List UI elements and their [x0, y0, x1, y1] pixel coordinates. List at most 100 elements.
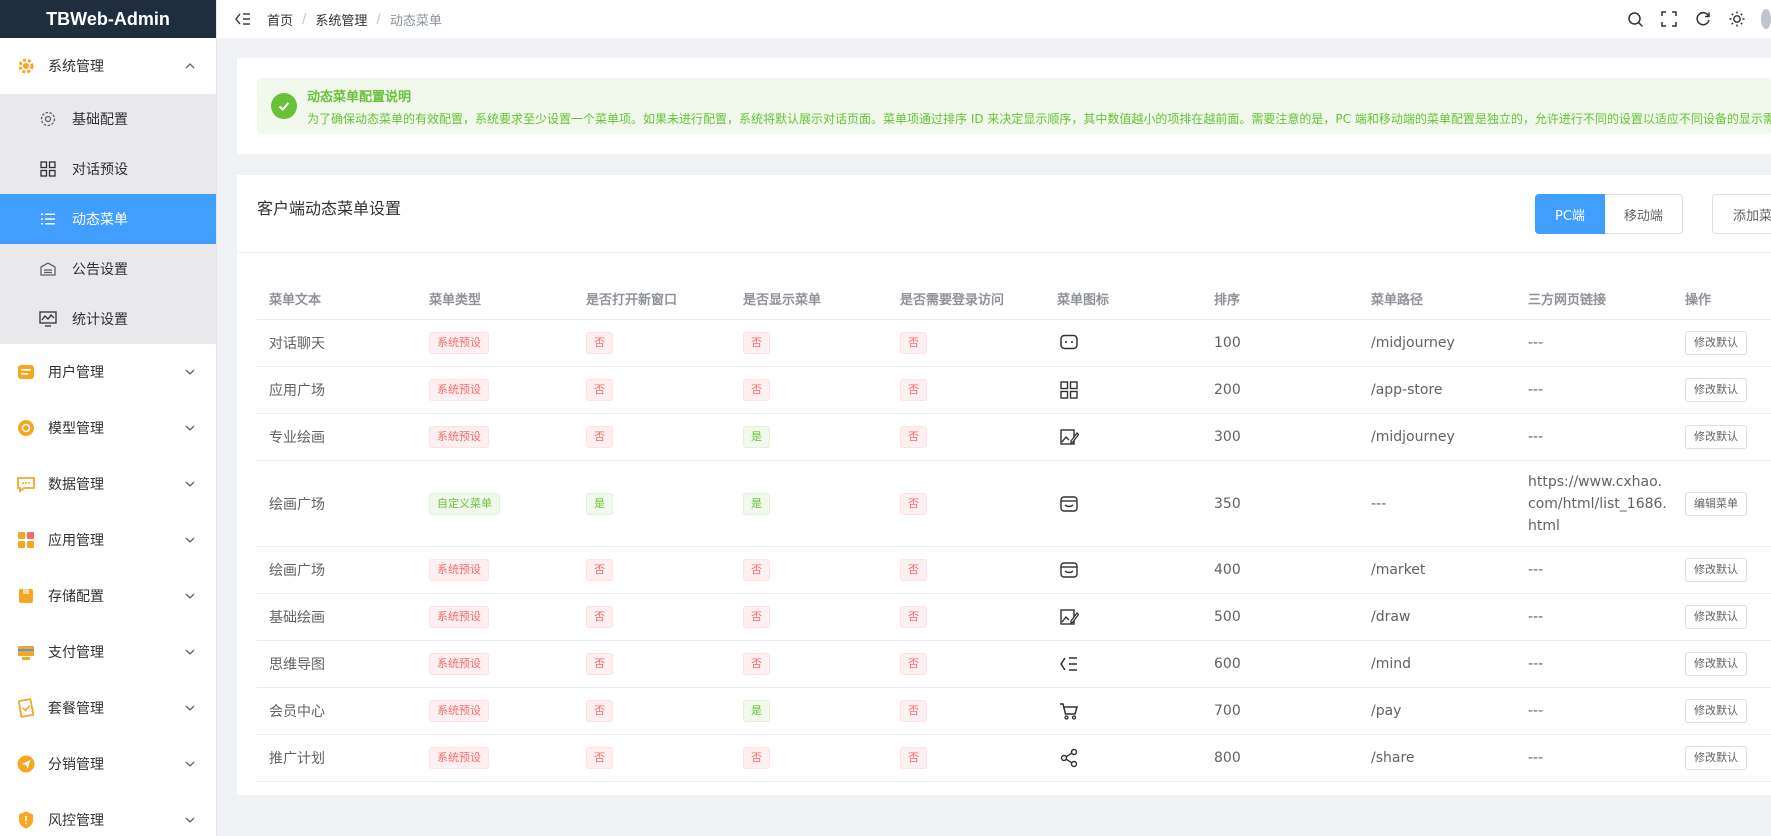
third-party-link-text: ---: [1528, 382, 1544, 398]
cell-new-window: 否: [574, 700, 731, 722]
third-party-link-text: https://www.cxhao.com/html/list_1686.htm…: [1528, 473, 1667, 534]
app-logo: TBWeb-Admin: [0, 0, 216, 38]
cell-login-required: 否: [888, 606, 1045, 628]
distribution-icon: [16, 754, 36, 774]
table-row: 专业绘画 系统预设 否 是 否 300/midjourney --- 修改默认: [257, 414, 1771, 461]
third-party-link-text: ---: [1528, 562, 1544, 578]
cell-menu-path: /draw: [1371, 609, 1411, 625]
sidebar-group-risk[interactable]: 风控管理: [0, 792, 216, 836]
user-card-icon: [16, 362, 36, 382]
row-action-button[interactable]: 修改默认: [1685, 699, 1747, 723]
sidebar-group-storage[interactable]: 存储配置: [0, 568, 216, 624]
cell-actions: 修改默认: [1673, 425, 1771, 449]
sidebar-group-data[interactable]: 数据管理: [0, 456, 216, 512]
cell-menu-path: /share: [1371, 750, 1415, 766]
cell-menu-text: 对话聊天: [269, 336, 325, 352]
third-party-link-text: ---: [1528, 335, 1544, 351]
sidebar-item-announcement[interactable]: 公告设置: [0, 244, 216, 294]
tab-mobile[interactable]: 移动端: [1604, 194, 1683, 234]
row-action-button[interactable]: 修改默认: [1685, 425, 1747, 449]
sidebar-group-model[interactable]: 模型管理: [0, 400, 216, 456]
cell-menu-text: 基础绘画: [269, 610, 325, 626]
cell-menu-icon: [1045, 378, 1202, 402]
row-action-button[interactable]: 修改默认: [1685, 746, 1747, 770]
package-icon: [16, 698, 36, 718]
sidebar-item-chat-preset[interactable]: 对话预设: [0, 144, 216, 194]
sidebar-group-label: 用户管理: [48, 365, 104, 381]
theme-sun-icon[interactable]: [1727, 9, 1747, 29]
sidebar-group-label: 数据管理: [48, 477, 104, 493]
gear-outline-icon: [38, 109, 58, 129]
sidebar-item-basic-config[interactable]: 基础配置: [0, 94, 216, 144]
sidebar-group-package[interactable]: 套餐管理: [0, 680, 216, 736]
announcement-icon: [38, 259, 58, 279]
cell-menu-icon: [1045, 746, 1202, 770]
row-action-button[interactable]: 修改默认: [1685, 331, 1747, 355]
table-body: 对话聊天 系统预设否否否 100/midjourney --- 修改默认 应用广场 系统预设…: [257, 320, 1771, 782]
list-icon: [38, 209, 58, 229]
cell-order: 600: [1214, 656, 1241, 672]
show-menu-tag: 是: [743, 492, 770, 515]
third-party-link-text: ---: [1528, 609, 1544, 625]
menu-type-tag: 系统预设: [429, 653, 489, 675]
sidebar-group-label: 分销管理: [48, 757, 104, 773]
sidebar-group-app[interactable]: 应用管理: [0, 512, 216, 568]
cell-actions: 修改默认: [1673, 558, 1771, 582]
table-header: 是否显示菜单: [743, 293, 822, 308]
menu-type-tag: 系统预设: [429, 426, 489, 448]
sidebar-group-label: 支付管理: [48, 645, 104, 661]
table-row: 绘画广场 自定义菜单 是 是 否 350 --- https://www.cxhao.com/…: [257, 461, 1771, 547]
cell-show-menu: 否: [731, 653, 888, 675]
collapse-sidebar-icon[interactable]: [235, 10, 253, 28]
cell-show-menu: 否: [731, 606, 888, 628]
breadcrumb-home[interactable]: 首页: [267, 10, 293, 29]
sidebar-group-distribution[interactable]: 分销管理: [0, 736, 216, 792]
add-menu-button[interactable]: 添加菜单: [1712, 194, 1771, 234]
row-action-button[interactable]: 修改默认: [1685, 652, 1747, 676]
sidebar-group-payment[interactable]: 支付管理: [0, 624, 216, 680]
breadcrumb: 首页 / 系统管理 / 动态菜单: [267, 10, 442, 29]
cell-order: 200: [1214, 382, 1241, 398]
cell-third-party-link: ---: [1516, 653, 1673, 675]
new-window-tag: 否: [586, 332, 613, 354]
avatar[interactable]: [1761, 9, 1771, 29]
sidebar-item-label: 统计设置: [72, 312, 128, 328]
monitor-chart-icon: [38, 309, 58, 329]
sidebar-group-system[interactable]: 系统管理: [0, 38, 216, 94]
cell-login-required: 否: [888, 653, 1045, 675]
page-title: 客户端动态菜单设置: [257, 199, 402, 218]
row-action-button[interactable]: 修改默认: [1685, 558, 1747, 582]
cell-menu-path: /midjourney: [1371, 429, 1455, 445]
row-action-button[interactable]: 编辑菜单: [1685, 491, 1747, 516]
fullscreen-icon[interactable]: [1659, 9, 1679, 29]
new-window-tag: 否: [586, 747, 613, 769]
sidebar-item-statistics[interactable]: 统计设置: [0, 294, 216, 344]
row-action-button[interactable]: 修改默认: [1685, 378, 1747, 402]
third-party-link-text: ---: [1528, 656, 1544, 672]
chat-bubble-icon: [1057, 331, 1081, 355]
table-header: 三方网页链接: [1528, 293, 1607, 308]
login-required-tag: 否: [900, 606, 927, 628]
menu-type-tag: 系统预设: [429, 606, 489, 628]
config-notice-alert: 动态菜单配置说明 为了确保动态菜单的有效配置，系统要求至少设置一个菜单项。如果未…: [257, 78, 1771, 134]
cell-menu-text: 推广计划: [269, 751, 325, 767]
notice-card: 动态菜单配置说明 为了确保动态菜单的有效配置，系统要求至少设置一个菜单项。如果未…: [237, 58, 1771, 154]
show-menu-tag: 否: [743, 559, 770, 581]
menu-type-tag: 系统预设: [429, 332, 489, 354]
cell-menu-icon: [1045, 652, 1202, 676]
row-action-button[interactable]: 修改默认: [1685, 605, 1747, 629]
new-window-tag: 否: [586, 426, 613, 448]
third-party-link-text: ---: [1528, 703, 1544, 719]
breadcrumb-system[interactable]: 系统管理: [315, 10, 367, 29]
sidebar-item-dynamic-menu[interactable]: 动态菜单: [0, 194, 216, 244]
payment-icon: [16, 642, 36, 662]
search-icon[interactable]: [1625, 9, 1645, 29]
refresh-icon[interactable]: [1693, 9, 1713, 29]
breadcrumb-current: 动态菜单: [389, 13, 442, 29]
platform-segment: PC端 移动端: [1535, 194, 1683, 234]
cell-login-required: 否: [888, 426, 1045, 448]
chevron-down-icon: [185, 369, 195, 375]
tab-pc[interactable]: PC端: [1535, 194, 1605, 234]
sidebar-group-user[interactable]: 用户管理: [0, 344, 216, 400]
cell-menu-text: 思维导图: [269, 657, 325, 673]
